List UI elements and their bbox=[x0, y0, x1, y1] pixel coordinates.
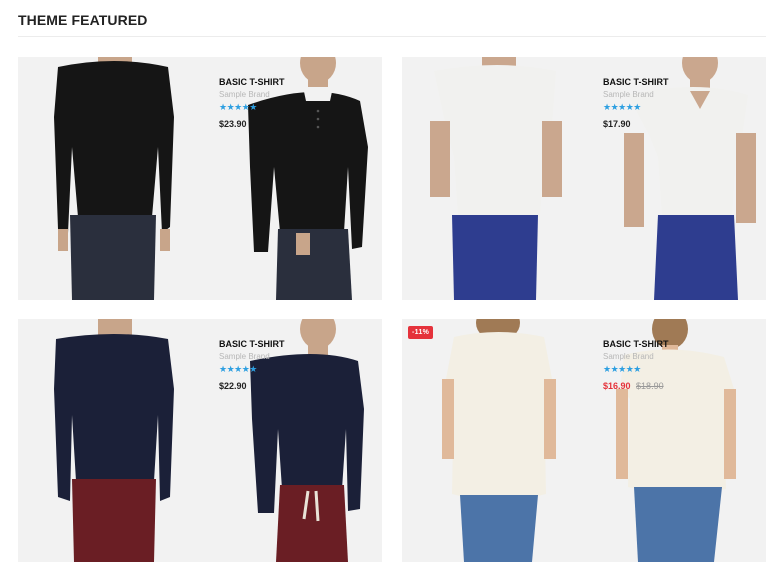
section-title: THEME FEATURED bbox=[18, 12, 148, 28]
model-back-view bbox=[54, 57, 174, 300]
product-brand: Sample Brand bbox=[603, 90, 654, 99]
product-price: $16.90 bbox=[603, 381, 631, 391]
product-card[interactable]: BASIC T-SHIRT Sample Brand ★★★★★ $23.90 bbox=[18, 57, 382, 300]
discount-badge: -11% bbox=[408, 326, 434, 339]
title-divider bbox=[18, 36, 766, 37]
product-name[interactable]: BASIC T-SHIRT bbox=[603, 77, 723, 87]
product-old-price: $18.90 bbox=[636, 381, 664, 391]
product-price: $22.90 bbox=[219, 381, 247, 391]
model-back-view bbox=[430, 57, 562, 300]
rating-stars-icon: ★★★★★ bbox=[219, 365, 257, 375]
rating-stars-icon: ★★★★★ bbox=[603, 103, 641, 113]
product-brand: Sample Brand bbox=[219, 90, 270, 99]
product-name[interactable]: BASIC T-SHIRT bbox=[219, 339, 339, 349]
product-card[interactable]: -11% BASIC T-SHIRT Sample Brand ★★★★★ $1… bbox=[402, 319, 766, 562]
product-info: BASIC T-SHIRT Sample Brand ★★★★★ $23.90 bbox=[219, 77, 339, 129]
price-row: $23.90 bbox=[219, 119, 339, 129]
price-row: $16.90 $18.90 bbox=[603, 381, 723, 391]
rating-stars-icon: ★★★★★ bbox=[603, 365, 641, 375]
product-brand: Sample Brand bbox=[219, 352, 270, 361]
product-info: BASIC T-SHIRT Sample Brand ★★★★★ $17.90 bbox=[603, 77, 723, 129]
product-card[interactable]: BASIC T-SHIRT Sample Brand ★★★★★ $17.90 bbox=[402, 57, 766, 300]
product-info: BASIC T-SHIRT Sample Brand ★★★★★ $16.90 … bbox=[603, 339, 723, 391]
product-card[interactable]: BASIC T-SHIRT Sample Brand ★★★★★ $22.90 bbox=[18, 319, 382, 562]
product-info: BASIC T-SHIRT Sample Brand ★★★★★ $22.90 bbox=[219, 339, 339, 391]
price-row: $22.90 bbox=[219, 381, 339, 391]
rating-stars-icon: ★★★★★ bbox=[219, 103, 257, 113]
model-back-view bbox=[54, 319, 174, 562]
product-price: $23.90 bbox=[219, 119, 247, 129]
price-row: $17.90 bbox=[603, 119, 723, 129]
product-brand: Sample Brand bbox=[603, 352, 654, 361]
model-back-view bbox=[442, 319, 556, 562]
product-name[interactable]: BASIC T-SHIRT bbox=[603, 339, 723, 349]
product-price: $17.90 bbox=[603, 119, 631, 129]
product-name[interactable]: BASIC T-SHIRT bbox=[219, 77, 339, 87]
